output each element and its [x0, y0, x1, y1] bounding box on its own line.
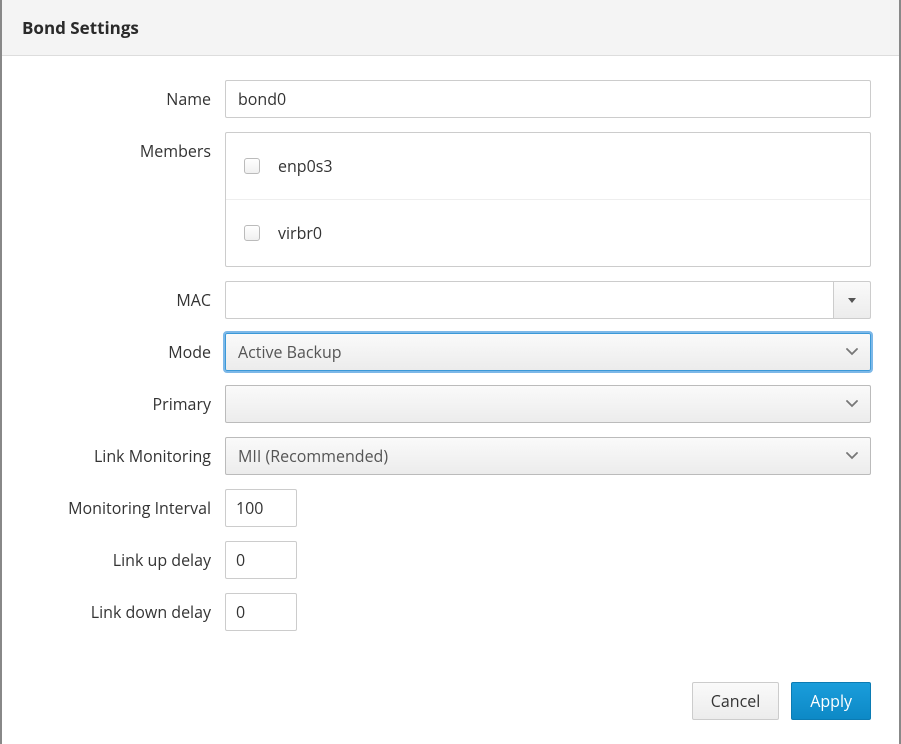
row-link-monitoring: Link Monitoring MII (Recommended) [30, 437, 871, 475]
row-name: Name [30, 80, 871, 118]
member-checkbox[interactable] [244, 158, 260, 174]
label-primary: Primary [30, 385, 225, 415]
label-mac: MAC [30, 281, 225, 311]
row-link-up-delay: Link up delay [30, 541, 871, 579]
modal-body: Name Members enp0s3 virbr0 [2, 56, 899, 664]
apply-button[interactable]: Apply [791, 682, 871, 720]
link-up-delay-input[interactable] [225, 541, 297, 579]
row-mac: MAC [30, 281, 871, 319]
primary-select[interactable] [225, 385, 871, 423]
label-name: Name [30, 80, 225, 110]
row-primary: Primary [30, 385, 871, 423]
label-members: Members [30, 132, 225, 162]
label-monitoring-interval: Monitoring Interval [30, 489, 225, 519]
members-list: enp0s3 virbr0 [225, 132, 871, 267]
mac-input[interactable] [225, 281, 833, 319]
member-item: virbr0 [226, 199, 870, 266]
link-monitoring-select[interactable]: MII (Recommended) [225, 437, 871, 475]
label-link-down-delay: Link down delay [30, 593, 225, 623]
label-link-monitoring: Link Monitoring [30, 437, 225, 467]
chevron-down-icon [846, 452, 858, 460]
row-members: Members enp0s3 virbr0 [30, 132, 871, 267]
mac-dropdown-button[interactable] [833, 281, 871, 319]
chevron-down-icon [846, 348, 858, 356]
cancel-button[interactable]: Cancel [692, 682, 779, 720]
chevron-down-icon [846, 400, 858, 408]
mac-combo [225, 281, 871, 319]
caret-down-icon [848, 298, 856, 303]
mode-select-value: Active Backup [238, 341, 342, 363]
member-label: enp0s3 [278, 155, 333, 177]
modal-footer: Cancel Apply [2, 664, 899, 744]
mode-select[interactable]: Active Backup [225, 333, 871, 371]
member-item: enp0s3 [226, 133, 870, 199]
name-input[interactable] [225, 80, 871, 118]
link-down-delay-input[interactable] [225, 593, 297, 631]
label-mode: Mode [30, 333, 225, 363]
link-monitoring-select-value: MII (Recommended) [238, 445, 388, 467]
label-link-up-delay: Link up delay [30, 541, 225, 571]
row-monitoring-interval: Monitoring Interval [30, 489, 871, 527]
member-checkbox[interactable] [244, 225, 260, 241]
row-link-down-delay: Link down delay [30, 593, 871, 631]
modal-header: Bond Settings [2, 0, 899, 56]
modal-title: Bond Settings [22, 16, 879, 39]
row-mode: Mode Active Backup [30, 333, 871, 371]
member-label: virbr0 [278, 222, 322, 244]
bond-settings-modal: Bond Settings Name Members enp0s3 virbr0 [0, 0, 901, 744]
monitoring-interval-input[interactable] [225, 489, 297, 527]
